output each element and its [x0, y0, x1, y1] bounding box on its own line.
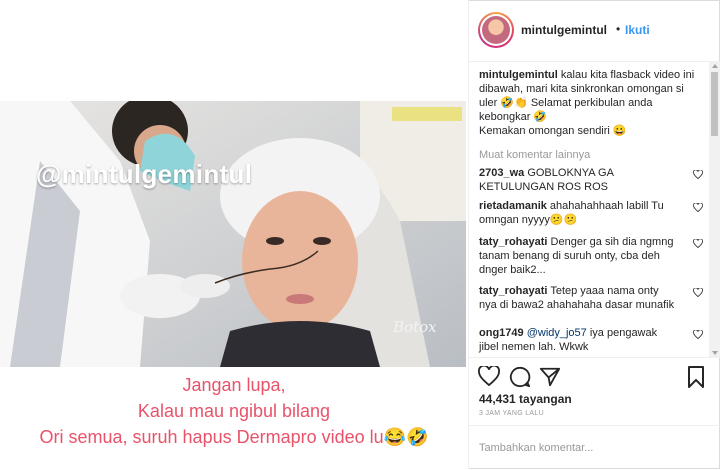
add-comment-input[interactable]: [477, 436, 713, 460]
comment-username[interactable]: taty_rohayati: [479, 285, 547, 297]
bookmark-icon[interactable]: [687, 366, 705, 388]
overlay-line: Jangan lupa,: [182, 375, 286, 395]
heart-icon[interactable]: [693, 288, 703, 297]
share-icon[interactable]: [539, 366, 561, 388]
avatar[interactable]: [478, 12, 514, 48]
post-sidebar: mintulgemintul • Ikuti mintulgemintul ka…: [468, 0, 720, 469]
heart-icon[interactable]: [693, 170, 703, 179]
heart-icon[interactable]: [693, 203, 703, 212]
comment-item: taty_rohayati Tetep yaaa nama onty nya d…: [479, 284, 703, 312]
overlay-line: Ori semua, suruh hapus Dermapro video lu…: [39, 427, 429, 447]
comment-username[interactable]: rietadamanik: [479, 200, 547, 212]
comments-scrollbar[interactable]: [709, 62, 720, 357]
scroll-down-arrow-icon[interactable]: [712, 351, 718, 355]
video-watermark: @mintulgemintul: [36, 159, 253, 189]
post-video[interactable]: @mintulgemintul Botox: [0, 101, 466, 367]
comments-list[interactable]: mintulgemintul kalau kita flasback video…: [469, 62, 709, 357]
caption-text-2: Kemakan omongan sendiri 😀: [479, 125, 627, 137]
comment-bubble-icon[interactable]: [509, 366, 531, 388]
comment-username[interactable]: ong1749: [479, 327, 524, 339]
overlay-line: Kalau mau ngibul bilang: [137, 401, 331, 421]
comment-username[interactable]: 2703_wa: [479, 167, 524, 179]
post-header: mintulgemintul • Ikuti: [469, 0, 720, 62]
load-more-comments[interactable]: Muat komentar lainnya: [479, 149, 590, 161]
username-link[interactable]: mintulgemintul: [521, 23, 607, 37]
comment-username[interactable]: taty_rohayati: [479, 236, 547, 248]
view-count[interactable]: 44,431 tayangan: [479, 392, 572, 406]
video-label: Botox: [393, 318, 437, 336]
follow-button[interactable]: Ikuti: [625, 23, 650, 37]
scroll-up-arrow-icon[interactable]: [712, 64, 718, 68]
comment-item: taty_rohayati Denger ga sih dia ngmng ta…: [479, 235, 703, 277]
post-caption: mintulgemintul kalau kita flasback video…: [479, 68, 705, 138]
comment-item: 2703_wa GOBLOKNYA GA KETULUNGAN ROS ROS: [479, 166, 703, 194]
post-media: @mintulgemintul Botox Jangan lupa, Kalau…: [0, 0, 468, 469]
separator-dot: •: [616, 22, 621, 36]
caption-username[interactable]: mintulgemintul: [479, 69, 558, 81]
overlay-caption: Jangan lupa, Kalau mau ngibul bilang Ori…: [0, 372, 468, 450]
like-heart-icon[interactable]: [478, 366, 500, 386]
heart-icon[interactable]: [693, 330, 703, 339]
comment-mention[interactable]: @widy_jo57: [527, 327, 587, 339]
scrollbar-thumb[interactable]: [711, 72, 718, 136]
comment-item: rietadamanik ahahahahhaah labill Tu omng…: [479, 199, 703, 227]
post-timestamp: 3 JAM YANG LALU: [479, 410, 544, 417]
add-comment-bar: [469, 425, 720, 470]
action-bar: [469, 357, 720, 396]
comment-item: ong1749 @widy_jo57 iya pengawak jibel ne…: [479, 326, 703, 354]
heart-icon[interactable]: [693, 239, 703, 248]
